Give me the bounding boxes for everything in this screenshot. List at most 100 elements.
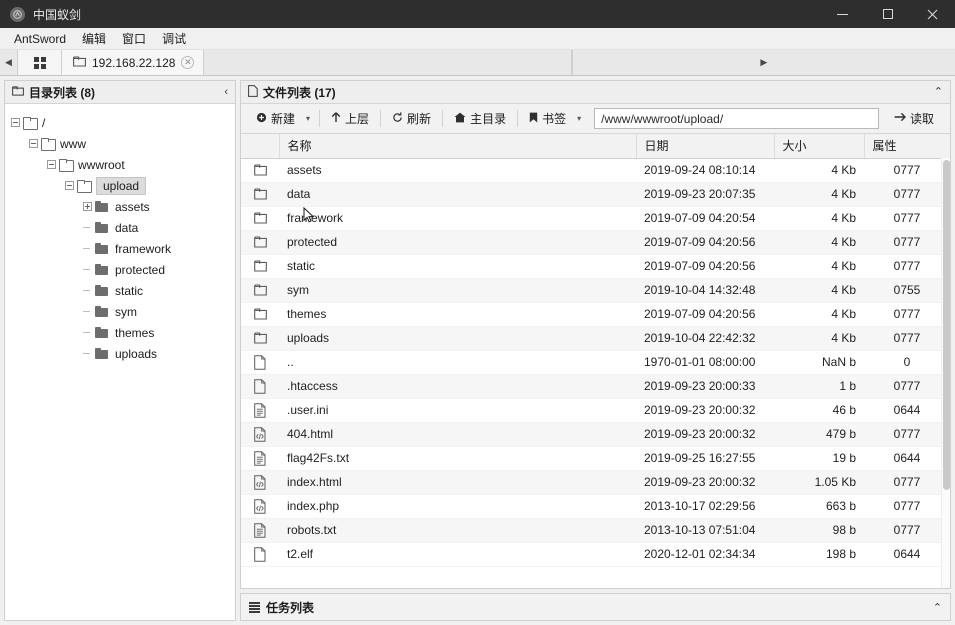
row-icon-cell <box>241 350 279 375</box>
tree-node-data[interactable]: data <box>5 217 235 238</box>
table-row[interactable]: protected 2019-07-09 04:20:56 4 Kb 0777 <box>241 230 950 255</box>
table-row[interactable]: data 2019-09-23 20:07:35 4 Kb 0777 <box>241 182 950 207</box>
directory-tree[interactable]: / www wwwroot upload assets data framework prot… <box>5 104 235 620</box>
file-table-body: assets 2019-09-24 08:10:14 4 Kb 0777 data 201… <box>241 158 950 567</box>
tree-node-framework[interactable]: framework <box>5 238 235 259</box>
menu-item-window[interactable]: 窗口 <box>114 28 154 49</box>
folder-icon <box>12 85 24 99</box>
row-icon-cell <box>241 518 279 543</box>
path-input[interactable] <box>594 108 879 129</box>
tree-node-wwwroot[interactable]: wwwroot <box>5 154 235 175</box>
bookmark-button[interactable]: 书签 <box>520 108 575 130</box>
table-row[interactable]: .. 1970-01-01 08:00:00 NaN b0 <box>241 350 950 375</box>
collapse-task-panel-chevron-icon[interactable]: ⌃ <box>933 601 942 614</box>
maximize-button[interactable] <box>865 0 910 28</box>
directory-tree-panel: 目录列表 (8) ‹ / www wwwroot upload assets data fr… <box>4 80 236 621</box>
table-row[interactable]: assets 2019-09-24 08:10:14 4 Kb 0777 <box>241 158 950 183</box>
tree-node-www[interactable]: www <box>5 133 235 154</box>
menu-item-antsword[interactable]: AntSword <box>6 30 74 48</box>
row-size: 19 b <box>774 446 864 471</box>
table-row[interactable]: uploads 2019-10-04 22:42:32 4 Kb 0777 <box>241 326 950 351</box>
tree-node-sym[interactable]: sym <box>5 301 235 322</box>
row-name: index.php <box>279 494 636 519</box>
new-button[interactable]: 新建 <box>247 108 304 130</box>
collapse-node-icon[interactable] <box>11 118 20 127</box>
tree-node-static[interactable]: static <box>5 280 235 301</box>
collapse-sidebar-chevron-icon[interactable]: ‹ <box>224 86 228 98</box>
tree-node-label: upload <box>96 176 147 195</box>
new-dropdown-caret-icon[interactable]: ▾ <box>304 114 317 123</box>
table-row[interactable]: 404.html 2019-09-23 20:00:32 479 b 0777 <box>241 422 950 447</box>
file-table-wrapper: 名称 日期 大小 属性 assets 2019-09-24 08:10:14 4 K… <box>241 134 950 588</box>
menu-item-debug[interactable]: 调试 <box>154 28 194 49</box>
close-button[interactable] <box>910 0 955 28</box>
folder-icon <box>253 235 267 250</box>
refresh-button[interactable]: 刷新 <box>383 108 440 130</box>
menu-item-edit[interactable]: 编辑 <box>74 28 114 49</box>
row-icon-cell <box>241 422 279 447</box>
grid-view-button[interactable] <box>18 50 62 75</box>
column-header-attr[interactable]: 属性 <box>864 134 950 159</box>
tree-node-label: static <box>115 283 144 298</box>
tab-close-icon[interactable]: ✕ <box>181 56 195 69</box>
row-size: 4 Kb <box>774 326 864 351</box>
tree-node-assets[interactable]: assets <box>5 196 235 217</box>
collapse-file-panel-chevron-icon[interactable]: ⌃ <box>934 86 943 98</box>
tree-node-protected[interactable]: protected <box>5 259 235 280</box>
tree-node-[interactable]: / <box>5 112 235 133</box>
tab-scroll-left-icon[interactable]: ◀ <box>0 50 18 75</box>
toolbar-separator <box>442 110 444 127</box>
tree-node-uploads[interactable]: uploads <box>5 343 235 364</box>
tree-node-themes[interactable]: themes <box>5 322 235 343</box>
row-date: 2013-10-17 02:29:56 <box>636 494 774 519</box>
task-list-panel: 任务列表 ⌃ <box>240 593 951 621</box>
minimize-button[interactable] <box>820 0 865 28</box>
folder-solid-icon <box>95 243 109 254</box>
table-row[interactable]: robots.txt 2013-10-13 07:51:04 98 b 0777 <box>241 518 950 543</box>
row-date: 2019-07-09 04:20:56 <box>636 254 774 279</box>
folder-solid-icon <box>95 327 109 338</box>
row-name: .htaccess <box>279 374 636 399</box>
table-row[interactable]: framework 2019-07-09 04:20:54 4 Kb 0777 <box>241 206 950 231</box>
tab-192-168-22-128[interactable]: 192.168.22.128 ✕ <box>62 50 205 75</box>
file-panel-header: 文件列表 (17) ⌃ <box>241 81 950 104</box>
bookmark-dropdown-caret-icon[interactable]: ▾ <box>575 114 588 123</box>
row-name: 404.html <box>279 422 636 447</box>
tree-node-label: wwwroot <box>78 157 125 172</box>
collapse-node-icon[interactable] <box>65 181 74 190</box>
table-row[interactable]: flag42Fs.txt 2019-09-25 16:27:55 19 b 0644 <box>241 446 950 471</box>
row-name: sym <box>279 278 636 303</box>
table-row[interactable]: .htaccess 2019-09-23 20:00:33 1 b 0777 <box>241 374 950 399</box>
read-button[interactable]: 读取 <box>885 108 944 130</box>
folder-icon <box>253 211 267 226</box>
row-name: data <box>279 182 636 207</box>
tab-scroll-right-icon[interactable]: ▶ <box>571 50 955 75</box>
file-list-scrollbar[interactable] <box>941 158 950 588</box>
row-attr: 0777 <box>864 158 950 183</box>
table-row[interactable]: t2.elf 2020-12-01 02:34:34 198 b 0644 <box>241 542 950 567</box>
column-header-name[interactable]: 名称 <box>279 134 637 159</box>
file-table-head: 名称 日期 大小 属性 <box>241 134 950 159</box>
expand-node-icon[interactable] <box>83 202 92 211</box>
collapse-node-icon[interactable] <box>29 139 38 148</box>
collapse-node-icon[interactable] <box>47 160 56 169</box>
up-button[interactable]: 上层 <box>322 108 378 130</box>
tree-node-upload[interactable]: upload <box>5 175 235 196</box>
table-row[interactable]: static 2019-07-09 04:20:56 4 Kb 0777 <box>241 254 950 279</box>
tree-line <box>83 290 90 291</box>
code-file-icon <box>254 474 267 490</box>
table-row[interactable]: sym 2019-10-04 14:32:48 4 Kb 0755 <box>241 278 950 303</box>
table-row[interactable]: index.php 2013-10-17 02:29:56 663 b 0777 <box>241 494 950 519</box>
arrow-right-icon <box>894 112 906 125</box>
table-row[interactable]: .user.ini 2019-09-23 20:00:32 46 b 0644 <box>241 398 950 423</box>
row-name: assets <box>279 158 636 183</box>
table-row[interactable]: index.html 2019-09-23 20:00:32 1.05 Kb 0777 <box>241 470 950 495</box>
column-header-date[interactable]: 日期 <box>636 134 775 159</box>
home-directory-button[interactable]: 主目录 <box>445 108 515 130</box>
row-name: .. <box>279 350 636 375</box>
column-header-size[interactable]: 大小 <box>774 134 865 159</box>
scrollbar-thumb[interactable] <box>943 160 950 490</box>
table-row[interactable]: themes 2019-07-09 04:20:56 4 Kb 0777 <box>241 302 950 327</box>
row-icon-cell <box>241 542 279 567</box>
text-file-icon <box>254 522 267 538</box>
